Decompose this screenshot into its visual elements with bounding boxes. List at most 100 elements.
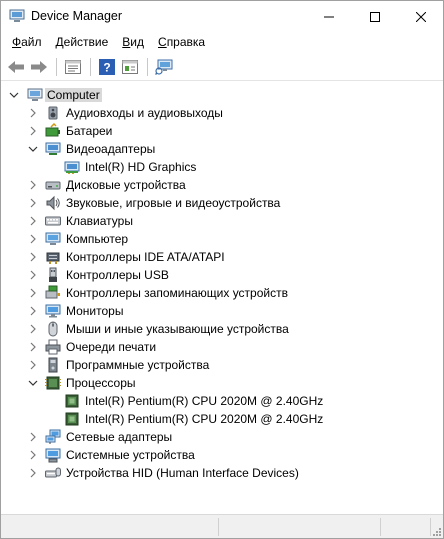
toolbar-separator [90, 58, 91, 76]
menu-file[interactable]: Файл [5, 32, 49, 53]
resize-grip-icon[interactable] [431, 526, 441, 536]
collapse-chevron-icon[interactable] [9, 86, 19, 104]
window-title: Device Manager [31, 9, 123, 23]
status-segment [381, 518, 431, 536]
status-segment [1, 518, 219, 536]
tree-node-label: Дисковые устройства [66, 178, 186, 192]
status-segment [219, 518, 381, 536]
expand-chevron-icon[interactable] [28, 248, 38, 266]
tree-node-label: Контроллеры запоминающих устройств [66, 286, 288, 300]
tree-category[interactable]: Очереди печати [1, 338, 443, 356]
expand-chevron-icon[interactable] [28, 230, 38, 248]
battery-icon [45, 123, 60, 137]
tree-category[interactable]: Контроллеры USB [1, 266, 443, 284]
update-driver-icon [122, 60, 138, 74]
tree-category[interactable]: Контроллеры запоминающих устройств [1, 284, 443, 302]
update-driver-button[interactable] [119, 56, 141, 78]
help-button[interactable]: ? [96, 56, 118, 78]
back-arrow-icon [8, 61, 24, 73]
tree-node-label: Компьютер [66, 232, 129, 246]
expand-chevron-icon[interactable] [28, 266, 38, 284]
forward-button[interactable] [28, 56, 50, 78]
tree-category[interactable]: Видеоадаптеры [1, 140, 443, 158]
tree-category[interactable]: Сетевые адаптеры [1, 428, 443, 446]
tree-node-label: Intel(R) Pentium(R) CPU 2020M @ 2.40GHz [85, 394, 324, 408]
device-tree[interactable]: Computer Аудиовходы и аудиовыходы Батареи В… [1, 82, 443, 510]
status-bar [1, 514, 443, 538]
tree-device[interactable]: Intel(R) Pentium(R) CPU 2020M @ 2.40GHz [1, 410, 443, 428]
tree-device[interactable]: Intel(R) Pentium(R) CPU 2020M @ 2.40GHz [1, 392, 443, 410]
back-button[interactable] [5, 56, 27, 78]
expand-chevron-icon[interactable] [28, 302, 38, 320]
tree-category[interactable]: Дисковые устройства [1, 176, 443, 194]
expand-chevron-icon[interactable] [28, 212, 38, 230]
storage-controller-icon [45, 285, 60, 299]
ide-controller-icon [46, 252, 60, 264]
expand-chevron-icon[interactable] [28, 284, 38, 302]
maximize-button[interactable] [352, 1, 398, 32]
speaker-icon [48, 106, 58, 120]
help-icon: ? [99, 59, 115, 75]
network-adapter-icon [45, 429, 61, 444]
tree-node-label: Программные устройства [66, 358, 210, 372]
tree-node-label: Устройства HID (Human Interface Devices) [66, 466, 299, 480]
device-manager-window: Device Manager Файл Действие Вид Справка… [0, 0, 444, 539]
expand-chevron-icon[interactable] [28, 464, 38, 482]
collapse-chevron-icon[interactable] [28, 374, 38, 392]
cpu-device-icon [65, 412, 79, 426]
expand-chevron-icon[interactable] [28, 194, 38, 212]
tree-category[interactable]: Программные устройства [1, 356, 443, 374]
tree-node-label: Звуковые, игровые и видеоустройства [66, 196, 281, 210]
disk-drive-icon [45, 181, 61, 190]
tree-root-computer[interactable]: Computer [1, 86, 443, 104]
hid-icon [45, 467, 61, 478]
expand-chevron-icon[interactable] [28, 338, 38, 356]
maximize-icon [370, 11, 380, 22]
tree-node-label: Контроллеры USB [66, 268, 169, 282]
minimize-button[interactable] [306, 1, 352, 32]
expand-chevron-icon[interactable] [28, 428, 38, 446]
tree-node-label: Процессоры [66, 376, 136, 390]
display-adapter-icon [45, 142, 61, 155]
tree-category[interactable]: Звуковые, игровые и видеоустройства [1, 194, 443, 212]
tree-category[interactable]: Контроллеры IDE ATA/ATAPI [1, 248, 443, 266]
tree-category[interactable]: Аудиовходы и аудиовыходы [1, 104, 443, 122]
tree-category[interactable]: Процессоры [1, 374, 443, 392]
properties-icon [65, 60, 81, 74]
title-bar[interactable]: Device Manager [1, 1, 443, 32]
properties-button[interactable] [62, 56, 84, 78]
expand-chevron-icon[interactable] [28, 122, 38, 140]
tree-category[interactable]: Мониторы [1, 302, 443, 320]
menu-help[interactable]: Справка [151, 32, 212, 53]
processor-icon [45, 376, 61, 390]
tree-node-label: Мыши и иные указывающие устройства [66, 322, 289, 336]
expand-chevron-icon[interactable] [28, 320, 38, 338]
system-device-icon [45, 448, 61, 463]
tree-node-label: Intel(R) HD Graphics [85, 160, 197, 174]
device-manager-app-icon [9, 9, 25, 22]
expand-chevron-icon[interactable] [28, 356, 38, 374]
tree-category[interactable]: Батареи [1, 122, 443, 140]
menu-view[interactable]: Вид [115, 32, 151, 53]
tree-category[interactable]: Мыши и иные указывающие устройства [1, 320, 443, 338]
tree-category[interactable]: Компьютер [1, 230, 443, 248]
tree-device[interactable]: Intel(R) HD Graphics [1, 158, 443, 176]
expand-chevron-icon[interactable] [28, 446, 38, 464]
tree-node-label: Батареи [66, 124, 113, 138]
toolbar: ? [1, 54, 443, 81]
software-device-icon [48, 357, 58, 373]
close-button[interactable] [398, 1, 444, 32]
scan-hardware-button[interactable] [153, 56, 175, 78]
computer-icon [45, 232, 61, 245]
tree-node-label: Мониторы [66, 304, 124, 318]
toolbar-separator [56, 58, 57, 76]
expand-chevron-icon[interactable] [28, 104, 38, 122]
tree-category[interactable]: Клавиатуры [1, 212, 443, 230]
keyboard-icon [45, 216, 61, 226]
tree-category[interactable]: Системные устройства [1, 446, 443, 464]
expand-chevron-icon[interactable] [28, 176, 38, 194]
tree-node-label: Контроллеры IDE ATA/ATAPI [66, 250, 225, 264]
menu-action[interactable]: Действие [49, 32, 116, 53]
collapse-chevron-icon[interactable] [28, 140, 38, 158]
tree-category[interactable]: Устройства HID (Human Interface Devices) [1, 464, 443, 482]
